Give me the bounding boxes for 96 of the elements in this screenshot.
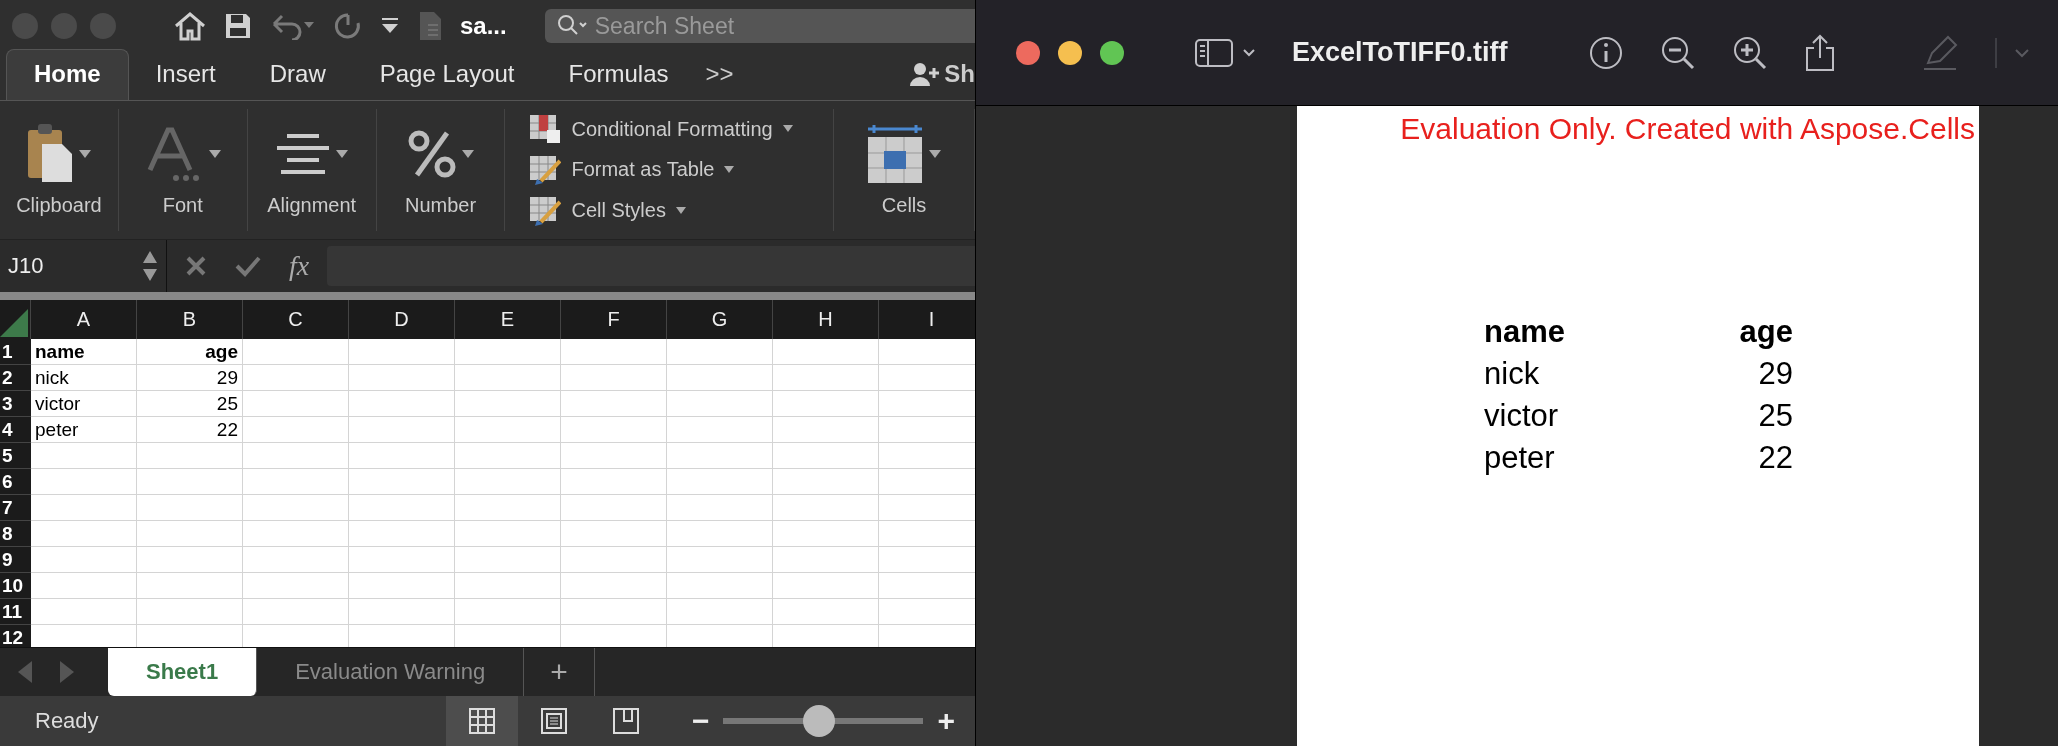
row-header[interactable]: 2 (0, 365, 31, 391)
zoom-in-button[interactable]: + (937, 704, 955, 738)
table-cell-text: 22 (1757, 439, 1793, 477)
row-header[interactable]: 11 (0, 599, 31, 625)
select-all-icon[interactable] (0, 309, 28, 337)
slider-thumb[interactable] (803, 705, 836, 737)
row-header[interactable]: 5 (0, 443, 31, 469)
caret-icon (675, 206, 686, 215)
conditional-format-icon (529, 114, 562, 145)
sidebar-icon[interactable] (1194, 37, 1258, 68)
table-cell: age (137, 339, 243, 365)
percent-icon[interactable] (406, 129, 457, 179)
close-button[interactable] (1016, 40, 1040, 65)
group-label: Clipboard (16, 194, 102, 217)
zoom-out-button[interactable]: − (691, 704, 710, 738)
row-header[interactable]: 9 (0, 547, 31, 573)
align-center-icon[interactable] (274, 132, 331, 176)
ribbon-tab[interactable]: Insert (128, 50, 243, 100)
row-header[interactable]: 7 (0, 495, 31, 521)
row-header[interactable]: 4 (0, 417, 31, 443)
table-cell-text: 25 (1757, 397, 1793, 435)
cancel-icon[interactable] (185, 255, 207, 277)
check-icon[interactable] (235, 255, 261, 277)
column-header[interactable]: H (773, 300, 879, 339)
row-header[interactable]: 6 (0, 469, 31, 495)
stepper-icon (142, 249, 158, 283)
grid-icon[interactable] (445, 696, 518, 746)
zoom-out-icon[interactable] (1659, 34, 1696, 71)
table-cell: 22 (137, 417, 243, 443)
cells-icon[interactable] (866, 123, 925, 185)
column-header[interactable]: A (31, 300, 137, 339)
table-cell: 29 (137, 365, 243, 391)
column-header[interactable]: I (879, 300, 975, 339)
styles-menu-item[interactable]: Conditional Formatting (571, 117, 773, 141)
minimize-button[interactable] (1058, 40, 1082, 65)
column-header[interactable]: D (349, 300, 455, 339)
caret-icon (928, 149, 943, 159)
table-cell: nick (31, 365, 137, 391)
share-label[interactable]: Sh (944, 60, 975, 88)
column-header[interactable]: G (667, 300, 773, 339)
window-title: ExcelToTIFF0.tiff (1292, 37, 1508, 68)
caret-icon (782, 125, 793, 134)
group-label: Alignment (267, 194, 357, 217)
ribbon-tab[interactable]: Formulas (541, 50, 696, 100)
group-label: Font (162, 194, 203, 217)
table-cell: name (31, 339, 137, 365)
caret-icon (334, 149, 349, 159)
row-header[interactable]: 1 (0, 339, 31, 365)
table-cell-text: peter (1484, 439, 1556, 477)
row-header[interactable]: 10 (0, 573, 31, 599)
ribbon-tab[interactable]: Page Layout (352, 50, 542, 100)
status-text: Ready (35, 708, 99, 734)
caret-icon (77, 149, 92, 159)
evaluation-notice: Evaluation Only. Created with Aspose.Cells (1399, 111, 1976, 146)
row-header[interactable]: 3 (0, 391, 31, 417)
table-cell: peter (31, 417, 137, 443)
table-header: name (1484, 313, 1566, 351)
redo-icon[interactable] (334, 11, 362, 41)
share-icon[interactable] (1803, 33, 1836, 72)
zoom-in-icon[interactable] (1731, 34, 1768, 71)
info-icon[interactable] (1587, 34, 1624, 71)
styles-menu-item[interactable]: Cell Styles (571, 199, 666, 223)
group-label: Number (404, 194, 477, 217)
styles-menu-item[interactable]: Format as Table (571, 158, 715, 182)
table-cell-text: 29 (1757, 355, 1793, 393)
function-button[interactable]: fx (289, 250, 310, 282)
more-tabs[interactable]: >> (695, 60, 744, 100)
undo-icon[interactable] (270, 12, 316, 40)
column-header[interactable]: F (561, 300, 667, 339)
table-header: age (1738, 313, 1793, 351)
save-icon[interactable] (224, 12, 252, 40)
customize-icon[interactable] (380, 17, 400, 35)
home-icon[interactable] (174, 11, 206, 41)
add-person-icon[interactable] (910, 62, 941, 86)
table-cell: victor (31, 391, 137, 417)
zoom-button[interactable] (1100, 40, 1124, 65)
formula-field[interactable] (327, 246, 975, 286)
table-cell: 25 (137, 391, 243, 417)
caret-icon (724, 166, 735, 174)
caret-icon (207, 149, 222, 159)
excel-file-icon (418, 11, 442, 41)
row-header[interactable]: 12 (0, 625, 31, 647)
cell-brush-icon (529, 195, 562, 226)
sheet-tab[interactable]: Sheet1 (108, 648, 258, 696)
ribbon-tab[interactable]: Home (6, 49, 129, 100)
group-label: Cells (881, 194, 927, 217)
caret-icon (460, 149, 475, 159)
table-cell-text: nick (1484, 355, 1541, 393)
column-header[interactable]: B (137, 300, 243, 339)
column-header[interactable]: C (243, 300, 349, 339)
table-brush-icon (529, 155, 562, 185)
row-header[interactable]: 8 (0, 521, 31, 547)
ribbon-tab[interactable]: Draw (242, 50, 353, 100)
file-name: sa... (460, 12, 507, 40)
column-header[interactable]: E (455, 300, 561, 339)
table-cell-text: victor (1484, 397, 1560, 435)
